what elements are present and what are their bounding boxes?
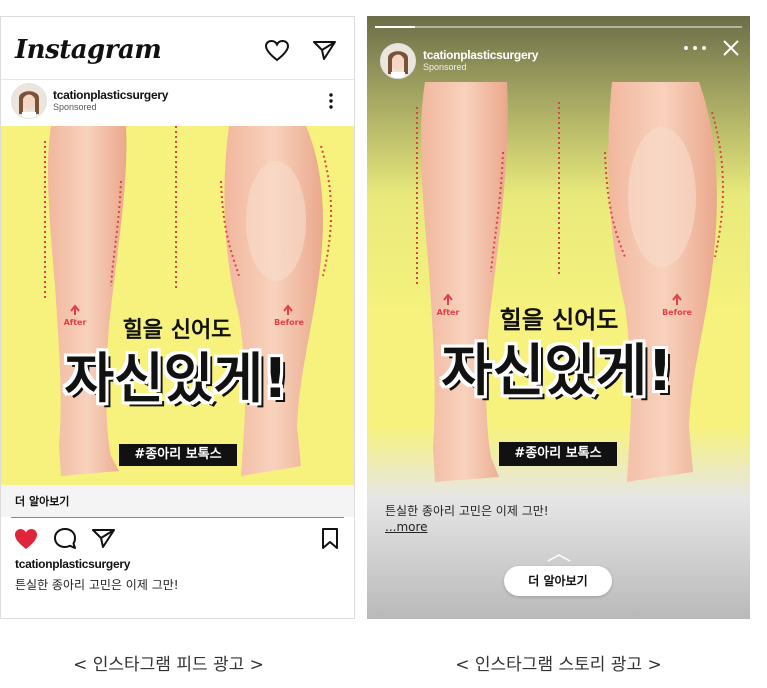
instagram-logo: Instagram [15,35,162,65]
story-progress-fill [375,26,415,28]
header-divider [1,79,354,80]
account-name[interactable]: tcationplasticsurgery [53,88,168,102]
more-link[interactable]: ...more [385,520,428,534]
ad-creative[interactable]: After Before 힐을 신어도 자신있게! #종아리 보톡스 [1,126,354,485]
send-icon[interactable] [312,39,338,63]
legs-illustration [416,82,724,482]
share-icon[interactable] [91,527,117,551]
headline-big: 자신있게! [441,339,673,404]
more-options-icon[interactable] [327,92,335,110]
story-progress-track [375,26,742,28]
headline-big: 자신있게! [64,347,288,410]
after-label: After [63,318,87,327]
story-caption: 튼실한 종아리 고민은 이제 그만! [385,504,549,518]
feed-ad-caption: < 인스타그램 피드 광고 > [73,655,264,675]
story-ad-caption: < 인스타그램 스토리 광고 > [455,655,662,675]
heart-icon[interactable] [264,39,290,63]
learn-more-link[interactable]: 더 알아보기 [15,493,69,509]
close-icon[interactable] [721,38,741,58]
comment-icon[interactable] [53,527,79,551]
avatar-portrait-icon [12,84,46,118]
avatar[interactable] [11,83,47,119]
chevron-up-icon[interactable] [545,553,573,563]
avatar-portrait-icon [381,44,415,78]
bookmark-icon[interactable] [319,527,341,551]
like-heart-icon[interactable] [13,527,39,551]
account-name[interactable]: tcationplasticsurgery [423,48,538,62]
cta-divider [11,517,344,518]
sponsored-label: Sponsored [53,102,97,112]
before-label: Before [662,308,692,317]
caption-text: 튼실한 종아리 고민은 이제 그만! [15,578,179,592]
learn-more-button[interactable]: 더 알아보기 [504,566,612,596]
instagram-feed-mockup: Instagram tcationplasticsurgery Sponsore… [0,16,355,619]
more-options-icon[interactable] [683,44,707,52]
avatar[interactable] [380,43,416,79]
before-label: Before [274,318,304,327]
headline-small: 힐을 신어도 [122,318,232,343]
caption-account-name[interactable]: tcationplasticsurgery [15,557,130,571]
headline-small: 힐을 신어도 [499,306,619,334]
legs-illustration [44,126,332,476]
after-label: After [436,308,460,317]
ad-creative[interactable]: After Before 힐을 신어도 자신있게! #종아리 보톡스 [367,82,750,502]
sponsored-label: Sponsored [423,62,467,72]
instagram-story-mockup: tcationplasticsurgery Sponsored After Be… [367,16,750,619]
hashtag-label: #종아리 보톡스 [499,442,617,466]
hashtag-label: #종아리 보톡스 [119,444,237,466]
